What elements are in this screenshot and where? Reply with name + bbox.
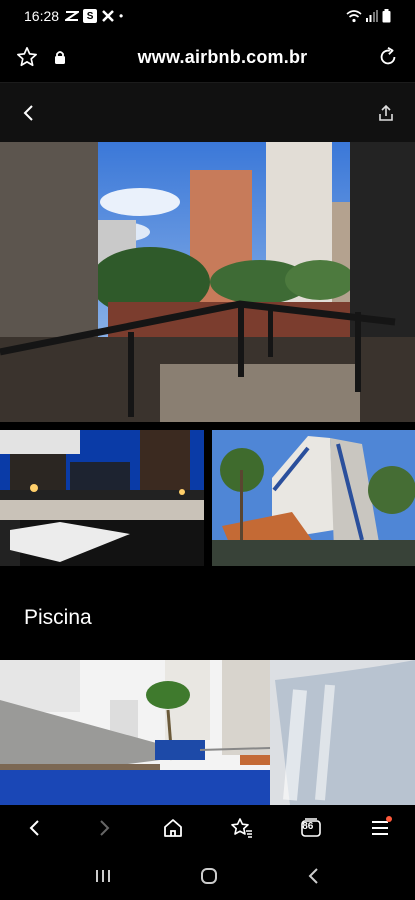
- status-icons: [346, 9, 391, 23]
- listing-photo-pool-day[interactable]: [0, 660, 415, 805]
- battery-icon: [382, 9, 391, 23]
- menu-button[interactable]: [360, 808, 400, 848]
- status-time: 16:28: [24, 8, 60, 24]
- pinwheel-icon: [65, 11, 80, 21]
- gallery-header: [0, 82, 415, 142]
- status-notifications: S •: [65, 9, 123, 23]
- wifi-icon: [346, 10, 362, 23]
- recent-apps-icon[interactable]: [94, 868, 112, 884]
- home-circle-icon[interactable]: [200, 867, 218, 885]
- back-chevron-icon[interactable]: [20, 104, 38, 122]
- status-bar: 16:28 S •: [0, 0, 415, 32]
- home-button[interactable]: [153, 808, 193, 848]
- lock-icon: [55, 51, 65, 64]
- back-arrow-icon: [29, 820, 39, 836]
- system-back-icon[interactable]: [307, 867, 321, 885]
- s-app-icon: S: [83, 9, 98, 23]
- share-icon[interactable]: [377, 104, 395, 122]
- x-app-icon: [102, 10, 114, 22]
- bookmarks-button[interactable]: [222, 808, 262, 848]
- url-bar[interactable]: www.airbnb.com.br: [68, 47, 377, 68]
- tabs-button[interactable]: 86: [291, 808, 331, 848]
- forward-button[interactable]: [84, 808, 124, 848]
- listing-photo-building-exterior[interactable]: [212, 430, 415, 566]
- listing-photo-balcony-view[interactable]: [0, 142, 415, 422]
- more-notifications-dot: •: [119, 9, 124, 23]
- hamburger-menu-icon: [372, 821, 389, 835]
- tab-count: 86: [302, 821, 314, 832]
- home-icon: [163, 819, 182, 837]
- forward-arrow-icon: [100, 820, 110, 836]
- bookmarks-star-list-icon: [231, 818, 253, 838]
- browser-toolbar: www.airbnb.com.br: [0, 32, 415, 82]
- listing-photo-pool-night[interactable]: [0, 430, 204, 566]
- back-button[interactable]: [15, 808, 55, 848]
- signal-icon: [366, 10, 378, 22]
- reload-icon[interactable]: [377, 46, 399, 68]
- browser-bottom-nav: 86: [0, 805, 415, 851]
- menu-notification-dot: [386, 816, 393, 822]
- system-navigation-bar: [0, 851, 415, 900]
- bookmark-star-icon[interactable]: [16, 46, 38, 68]
- section-title: Piscina: [24, 606, 92, 629]
